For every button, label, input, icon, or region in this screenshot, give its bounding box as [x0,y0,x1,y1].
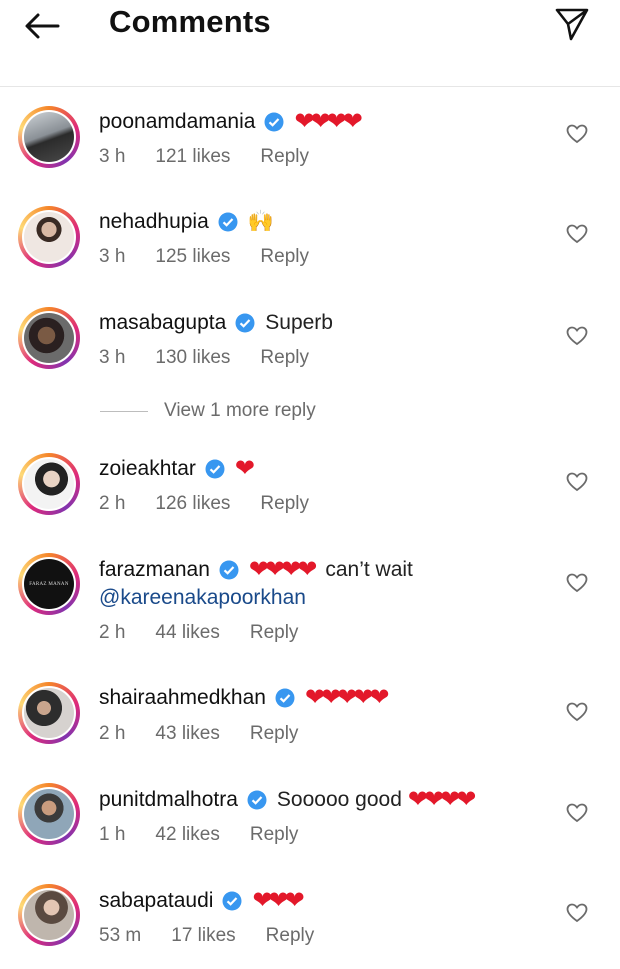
comment-likes[interactable]: 130 likes [155,347,230,368]
comment-likes[interactable]: 17 likes [171,925,235,946]
comment-username[interactable]: nehadhupia [99,210,209,234]
mention-link[interactable]: @kareenakapoorkhan [99,586,306,610]
comment-time: 3 h [99,146,126,167]
verified-badge-icon [235,313,255,333]
comment-username[interactable]: farazmanan [99,558,210,582]
arrow-left-icon[interactable] [22,10,62,42]
comment-text: Superb [265,311,333,334]
heart-outline-icon[interactable] [566,573,588,593]
comment-likes[interactable]: 42 likes [155,824,219,845]
heart-emoji-group: ❤ [234,455,255,482]
comment-likes[interactable]: 126 likes [155,493,230,514]
comment-time: 2 h [99,493,126,514]
comment-username[interactable]: shairaahmedkhan [99,686,266,710]
divider [100,410,148,412]
paper-plane-icon[interactable] [554,6,590,42]
comment-text: 🙌 [247,210,274,233]
avatar[interactable] [18,206,80,268]
heart-outline-icon[interactable] [566,124,588,144]
heart-outline-icon[interactable] [566,803,588,823]
comment-username[interactable]: sabapataudi [99,889,213,913]
reply-button[interactable]: Reply [250,622,299,643]
verified-badge-icon [218,212,238,232]
verified-badge-icon [205,459,225,479]
avatar[interactable] [18,783,80,845]
comment-username[interactable]: punitdmalhotra [99,788,238,812]
reply-button[interactable]: Reply [260,493,309,514]
comment-time: 1 h [99,824,126,845]
verified-badge-icon [275,688,295,708]
comment-text: Sooooo good [276,788,402,811]
comment-time: 2 h [99,622,126,643]
reply-button[interactable]: Reply [260,146,309,167]
comment-time: 3 h [99,347,126,368]
heart-emoji-group: ❤❤❤❤ [407,786,476,813]
comment-time: 53 m [99,925,142,946]
heart-outline-icon[interactable] [566,224,588,244]
avatar-logo-text: FARAZ MANAN [29,581,69,587]
header-bar: Comments [0,0,620,87]
verified-badge-icon [222,891,242,911]
avatar[interactable]: FARAZ MANAN [18,553,80,615]
comment-likes[interactable]: 43 likes [155,723,219,744]
view-more-replies-label: View 1 more reply [164,400,316,421]
reply-button[interactable]: Reply [260,246,309,267]
avatar[interactable] [18,307,80,369]
comment-likes[interactable]: 44 likes [155,622,219,643]
heart-emoji-group: ❤❤❤ [252,887,304,914]
comment-likes[interactable]: 121 likes [155,146,230,167]
heart-emoji-group: ❤❤❤❤ [294,108,362,135]
avatar[interactable] [18,106,80,168]
comment-time: 3 h [99,246,126,267]
avatar[interactable] [18,453,80,515]
heart-outline-icon[interactable] [566,472,588,492]
comment-username[interactable]: zoieakhtar [99,457,196,481]
view-more-replies-button[interactable]: View 1 more reply [100,400,316,422]
verified-badge-icon [219,560,239,580]
avatar[interactable] [18,682,80,744]
heart-outline-icon[interactable] [566,702,588,722]
page-title: Comments [109,4,271,39]
heart-outline-icon[interactable] [566,326,588,346]
avatar[interactable] [18,884,80,946]
comment-username[interactable]: poonamdamania [99,110,255,134]
comment-likes[interactable]: 125 likes [155,246,230,267]
comment-time: 2 h [99,723,126,744]
verified-badge-icon [247,790,267,810]
heart-emoji-group: ❤❤❤❤❤ [304,684,390,711]
reply-button[interactable]: Reply [260,347,309,368]
reply-button[interactable]: Reply [250,723,299,744]
heart-emoji-group: ❤❤❤❤ [248,556,317,583]
verified-badge-icon [264,112,284,132]
comment-text: can’t wait [325,558,413,581]
heart-outline-icon[interactable] [566,903,588,923]
reply-button[interactable]: Reply [266,925,315,946]
comment-username[interactable]: masabagupta [99,311,226,335]
reply-button[interactable]: Reply [250,824,299,845]
